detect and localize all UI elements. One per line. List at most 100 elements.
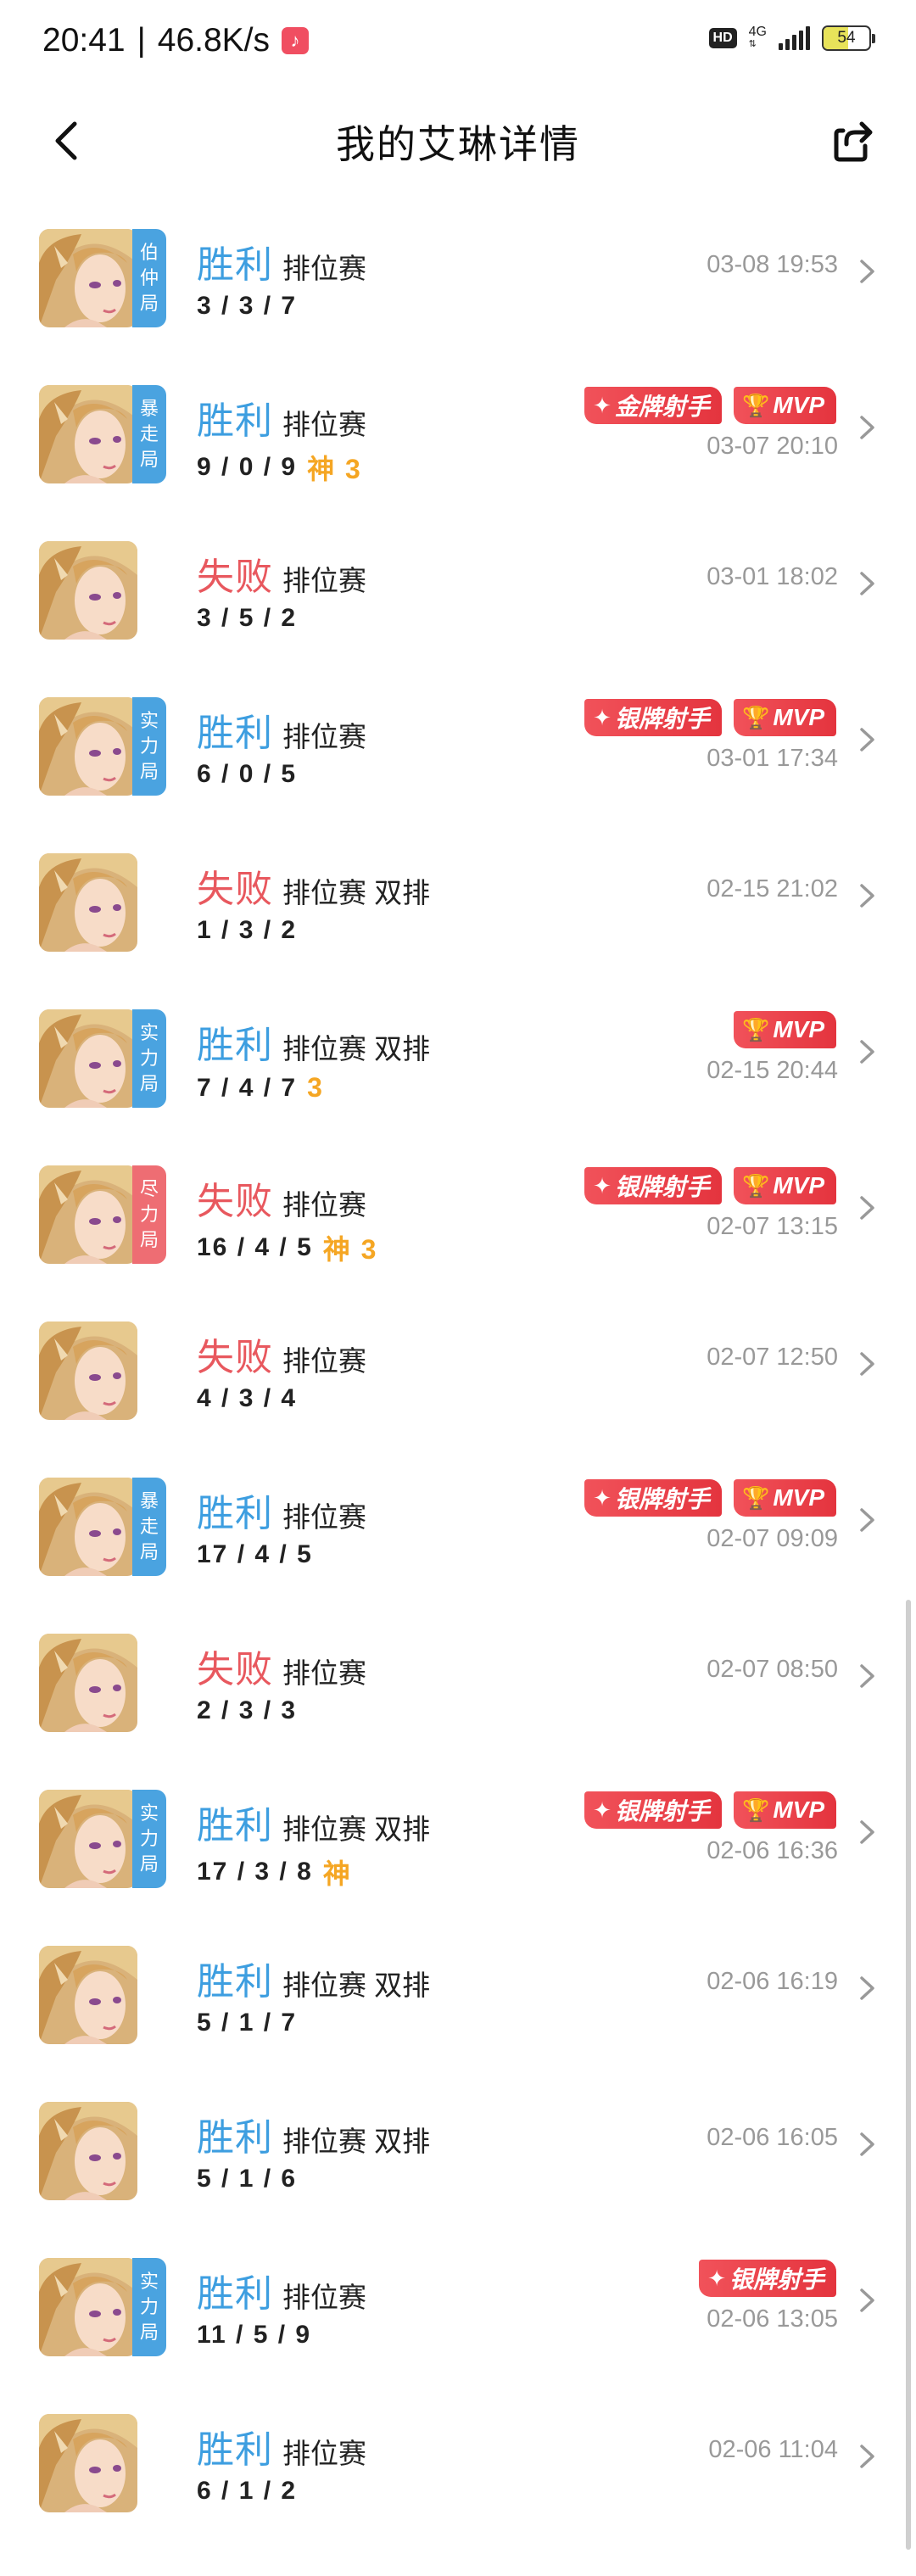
match-time: 03-01 18:02: [707, 563, 838, 590]
scrollbar[interactable]: [906, 1600, 911, 2550]
trophy-icon: 🏆: [741, 1484, 770, 1511]
tier-char: 暴: [139, 398, 159, 419]
honor-badge: ✦ 银牌射手: [584, 1167, 722, 1204]
match-row[interactable]: 胜利 排位赛 双排 5 / 1 / 7 02-06 16:19: [0, 1908, 916, 2065]
honor-badges: ✦ 银牌射手 🏆 MVP: [584, 1791, 836, 1829]
chevron-right-icon: [860, 1664, 874, 1688]
match-row[interactable]: 暴走局胜利 排位赛 9 / 0 / 9神 3 ✦ 金牌射手 🏆 MVP 03-07 20:10: [0, 348, 916, 504]
hero-avatar: [39, 1634, 137, 1732]
match-result: 失败: [197, 1337, 273, 1378]
status-right: HD 4G ⇅ 54: [708, 25, 875, 51]
trophy-icon: 🏆: [741, 392, 770, 418]
match-row[interactable]: 尽力局失败 排位赛 16 / 4 / 5神 3 ✦ 银牌射手 🏆 MVP 02-07 13:1…: [0, 1128, 916, 1284]
match-mode: 排位赛: [282, 1657, 366, 1689]
match-mode: 排位赛 双排: [282, 2126, 431, 2157]
honor-badge-label: 银牌射手: [614, 1798, 710, 1824]
hero-avatar: [39, 385, 137, 483]
match-row[interactable]: 实力局胜利 排位赛 双排 7 / 4 / 7 3 🏆 MVP 02-15 20:44: [0, 972, 916, 1128]
match-mode: 排位赛 双排: [282, 1970, 431, 2001]
match-kda: 6 / 1 / 2: [197, 2477, 297, 2506]
match-row[interactable]: 失败 排位赛 4 / 3 / 4 02-07 12:50: [0, 1284, 916, 1440]
kda-value: 2 / 3 / 3: [197, 1696, 298, 1724]
match-kda: 6 / 0 / 5: [197, 760, 297, 789]
match-result: 失败: [197, 869, 273, 910]
match-time: 03-01 17:34: [707, 745, 838, 772]
tier-char: 尽: [139, 1178, 159, 1199]
tier-char: 实: [139, 2271, 159, 2292]
match-time: 03-07 20:10: [707, 433, 838, 460]
diamond-star-icon: ✦: [593, 1796, 612, 1823]
honor-badge-label: 银牌射手: [729, 2266, 824, 2293]
match-row[interactable]: 实力局胜利 排位赛 双排 17 / 3 / 8 神 ✦ 银牌射手 🏆 MVP 02-06 16:…: [0, 1752, 916, 1908]
hero-avatar: [39, 2258, 137, 2356]
kda-value: 17 / 4 / 5: [197, 1540, 313, 1568]
god-streak-badge: 神 3: [322, 1234, 378, 1265]
hero-avatar: [39, 1946, 137, 2044]
hd-icon: HD: [708, 28, 737, 48]
battery-level: 54: [837, 29, 856, 47]
tier-char: 实: [139, 1802, 159, 1824]
match-list: 伯仲局胜利 排位赛 3 / 3 / 7 03-08 19:53 暴走局胜利 排位赛 9 / …: [0, 192, 916, 2533]
honor-badges: ✦ 银牌射手 🏆 MVP: [584, 699, 836, 736]
match-mode: 排位赛: [282, 253, 366, 284]
match-row[interactable]: 实力局胜利 排位赛 11 / 5 / 9 ✦ 银牌射手 02-06 13:05: [0, 2221, 916, 2377]
honor-badge-label: MVP: [773, 704, 824, 730]
honor-badge-label: MVP: [773, 1796, 824, 1823]
honor-badges: ✦ 金牌射手 🏆 MVP: [584, 387, 836, 424]
tier-char: 力: [139, 1828, 159, 1849]
match-row[interactable]: 暴走局胜利 排位赛 17 / 4 / 5 ✦ 银牌射手 🏆 MVP 02-07 09:09: [0, 1440, 916, 1596]
honor-badge: 🏆 MVP: [733, 1011, 836, 1048]
tier-char: 局: [139, 449, 159, 470]
match-time: 02-07 12:50: [707, 1344, 838, 1371]
match-row[interactable]: 胜利 排位赛 双排 5 / 1 / 6 02-06 16:05: [0, 2065, 916, 2221]
match-result: 胜利: [197, 2273, 273, 2315]
honor-badge-label: 银牌射手: [614, 1486, 710, 1512]
match-tier-tag: 实力局: [132, 697, 166, 796]
hero-avatar: [39, 1165, 137, 1264]
trophy-icon: 🏆: [741, 1796, 770, 1823]
match-row[interactable]: 伯仲局胜利 排位赛 3 / 3 / 7 03-08 19:53: [0, 192, 916, 348]
match-row[interactable]: 失败 排位赛 双排 1 / 3 / 2 02-15 21:02: [0, 816, 916, 972]
hero-avatar: [39, 697, 137, 796]
match-result: 胜利: [197, 2429, 273, 2471]
chevron-right-icon: [860, 572, 874, 595]
match-time: 02-06 13:05: [707, 2305, 838, 2333]
tier-char: 伯: [139, 242, 159, 263]
honor-badge: ✦ 银牌射手: [584, 1791, 722, 1829]
chevron-right-icon: [860, 1508, 874, 1532]
match-time: 02-15 20:44: [707, 1057, 838, 1084]
match-time: 02-06 16:19: [707, 1968, 838, 1995]
match-kda: 2 / 3 / 3: [197, 1696, 297, 1725]
tier-char: 局: [139, 1853, 159, 1875]
honor-badge-label: MVP: [773, 1016, 824, 1042]
match-row[interactable]: 失败 排位赛 3 / 5 / 2 03-01 18:02: [0, 504, 916, 660]
match-kda: 9 / 0 / 9 神 3: [197, 448, 362, 487]
signal-strength-icon: [779, 26, 810, 50]
hero-avatar: [39, 1009, 137, 1108]
honor-badge-label: 银牌射手: [614, 706, 710, 732]
hero-avatar: [39, 1322, 137, 1420]
match-result: 胜利: [197, 1805, 273, 1847]
tier-char: 仲: [139, 267, 159, 288]
diamond-star-icon: ✦: [593, 1484, 612, 1511]
match-kda: 4 / 3 / 4: [197, 1384, 297, 1413]
chevron-right-icon: [860, 1196, 874, 1220]
match-row[interactable]: 实力局胜利 排位赛 6 / 0 / 5 ✦ 银牌射手 🏆 MVP 03-01 17:34: [0, 660, 916, 816]
match-row[interactable]: 胜利 排位赛 6 / 1 / 2 02-06 11:04: [0, 2377, 916, 2533]
kda-value: 5 / 1 / 6: [197, 2165, 298, 2193]
data-arrows-icon: ⇅: [748, 39, 757, 49]
honor-badge: ✦ 银牌射手: [699, 2260, 836, 2297]
match-result: 胜利: [197, 244, 273, 286]
match-time: 02-06 11:04: [708, 2436, 838, 2463]
share-icon[interactable]: [828, 115, 879, 166]
god-streak-badge: 3: [307, 1072, 324, 1103]
match-mode: 排位赛: [282, 565, 366, 596]
match-row[interactable]: 失败 排位赛 2 / 3 / 3 02-07 08:50: [0, 1596, 916, 1752]
status-time: 20:41: [42, 22, 126, 59]
match-tier-tag: 尽力局: [132, 1165, 166, 1264]
match-result: 胜利: [197, 1025, 273, 1066]
chevron-right-icon: [860, 728, 874, 752]
hero-avatar: [39, 1478, 137, 1576]
match-mode: 排位赛: [282, 1189, 366, 1221]
trophy-icon: 🏆: [741, 1172, 770, 1199]
